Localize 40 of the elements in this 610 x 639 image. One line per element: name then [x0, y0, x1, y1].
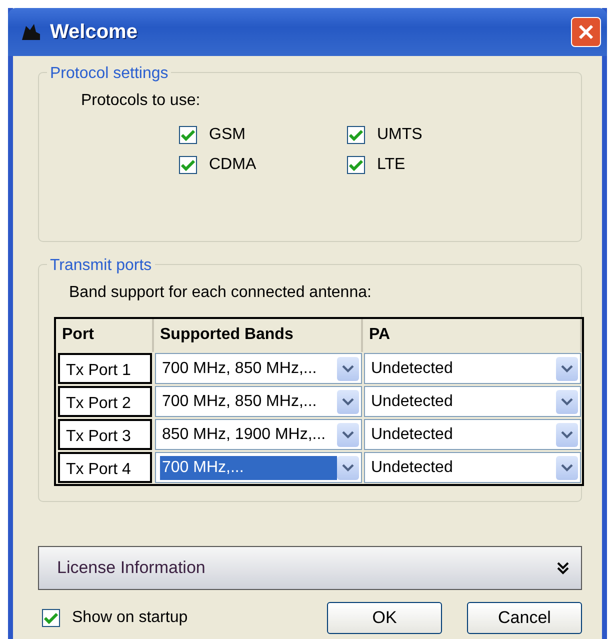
checkbox-label: CDMA — [209, 155, 256, 175]
dialog-button[interactable]: OK — [327, 602, 442, 634]
checkbox-label: GSM — [209, 125, 246, 145]
dropdown[interactable]: Undetected — [364, 386, 581, 417]
dropdown[interactable]: 700 MHz, 850 MHz,... — [155, 386, 362, 417]
caret-icon — [556, 390, 578, 414]
caret-icon — [337, 356, 359, 380]
window-title: Welcome — [50, 20, 138, 45]
checkbox-label: LTE — [377, 155, 406, 175]
dropdown[interactable]: Undetected — [364, 419, 581, 450]
checkbox[interactable] — [347, 156, 365, 174]
table-cell: Tx Port 4 — [58, 452, 152, 483]
table-cell: Tx Port 1 — [58, 353, 152, 384]
close-button[interactable] — [571, 17, 601, 47]
table-cell: Tx Port 2 — [58, 386, 152, 417]
caret-icon — [337, 390, 359, 414]
caret-icon — [556, 422, 578, 446]
chevron-icon — [557, 561, 569, 575]
caret-icon — [556, 456, 578, 480]
dialog-button[interactable]: Cancel — [467, 602, 582, 634]
dropdown[interactable]: 700 MHz, 850 MHz,... — [155, 353, 362, 384]
close-icon — [577, 23, 595, 41]
caret-icon — [556, 356, 578, 380]
section-label: Band support for each connected antenna: — [69, 283, 372, 303]
checkbox[interactable] — [179, 126, 197, 144]
antenna-icon — [20, 22, 42, 42]
checkbox-label: Show on startup — [72, 608, 188, 628]
dropdown[interactable]: Undetected — [364, 452, 581, 483]
caret-icon — [337, 456, 359, 480]
section-label: Protocols to use: — [81, 91, 200, 111]
checkbox[interactable] — [42, 609, 60, 627]
expander-bar[interactable]: License Information — [38, 546, 582, 590]
caret-icon — [337, 422, 359, 446]
checkbox-label: UMTS — [377, 125, 422, 145]
dropdown[interactable]: Undetected — [364, 353, 581, 384]
checkbox[interactable] — [179, 156, 197, 174]
table-cell: Tx Port 3 — [58, 419, 152, 450]
dropdown[interactable]: 850 MHz, 1900 MHz,... — [155, 419, 362, 450]
checkbox[interactable] — [347, 126, 365, 144]
dropdown[interactable]: 700 MHz,... — [155, 452, 362, 483]
